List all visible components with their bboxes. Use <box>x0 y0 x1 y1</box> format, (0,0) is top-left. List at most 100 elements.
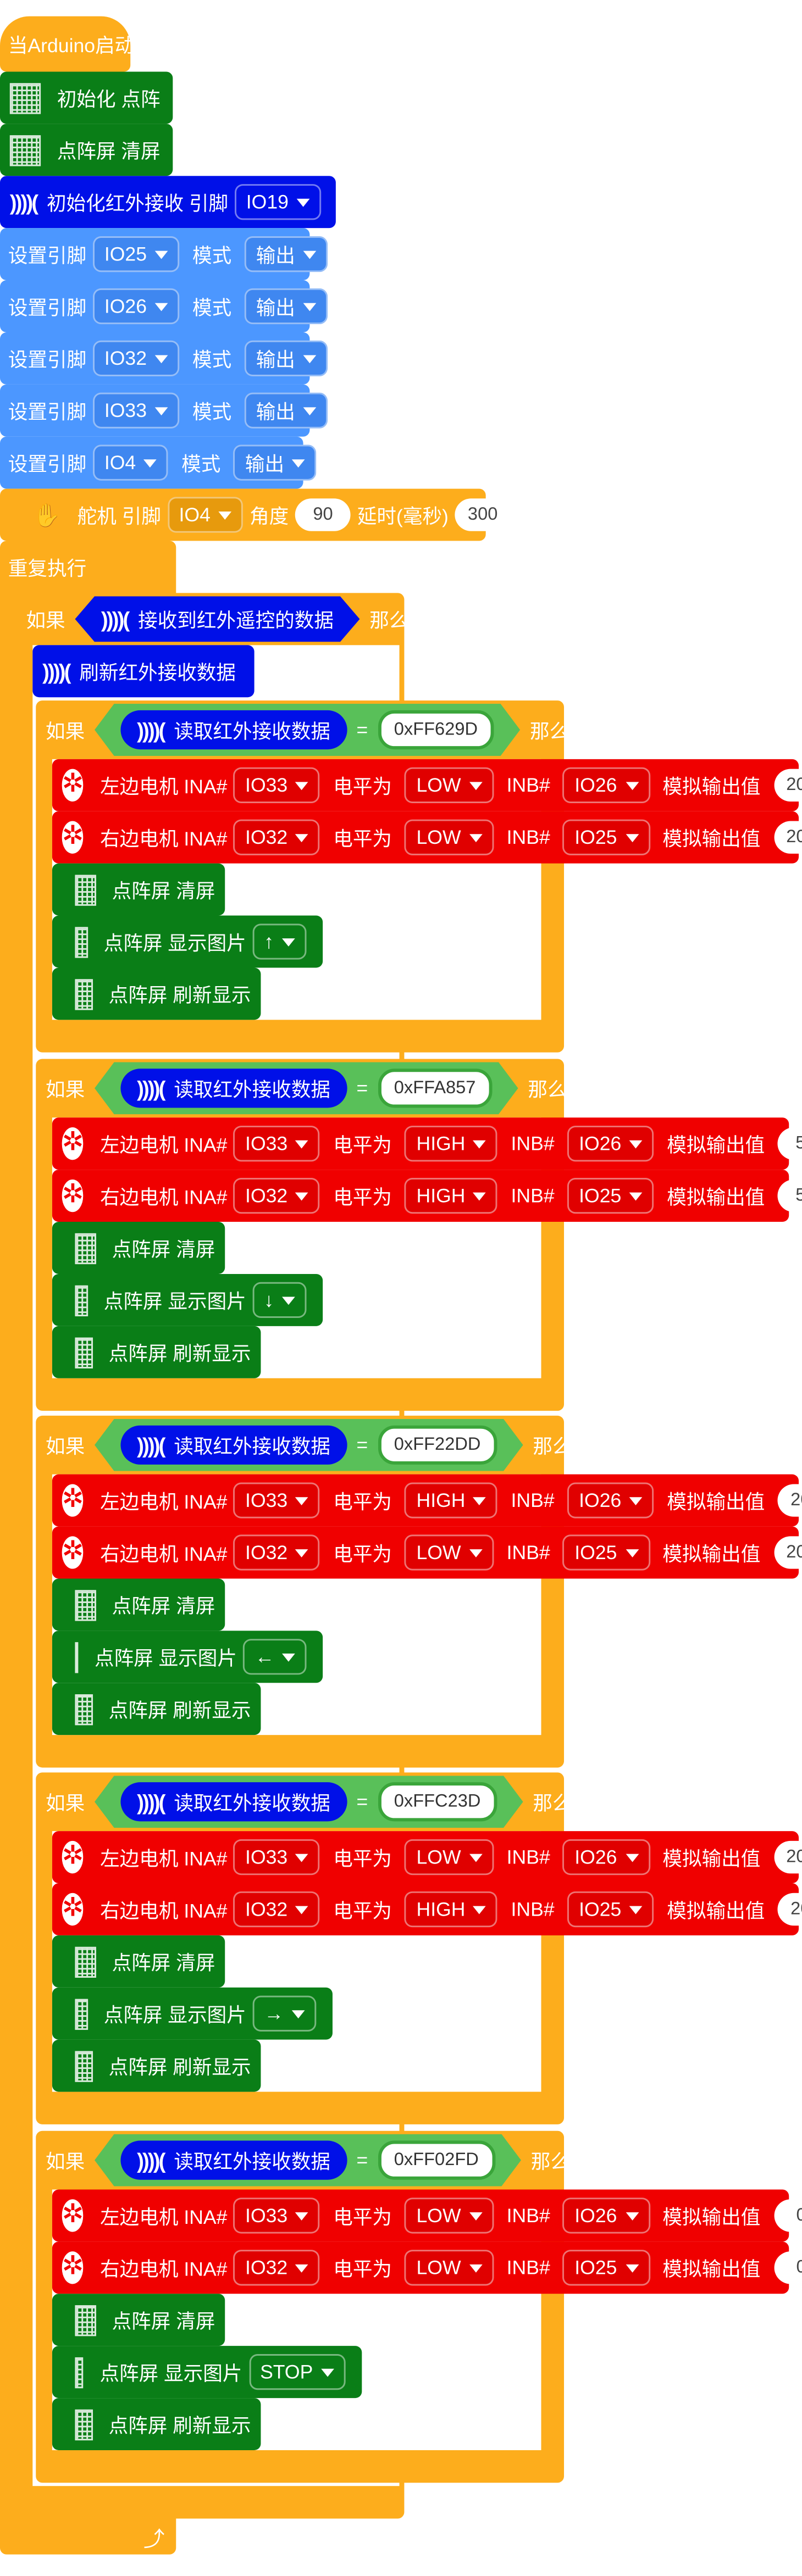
ir-code-input[interactable]: 0xFF629D <box>378 710 494 749</box>
right-motor-block[interactable]: ✲ 右边电机 INA# IO32 电平为 HIGH INB# IO25 模拟输出… <box>52 1170 802 1222</box>
matrix-clear-block[interactable]: 点阵屏 清屏 <box>52 1935 225 1988</box>
inb-pin-dropdown[interactable]: IO26 <box>567 1482 654 1518</box>
mode-dropdown[interactable]: 输出 <box>244 236 328 272</box>
set-pin-mode-block[interactable]: 设置引脚 IO4 模式 输出 <box>0 436 317 489</box>
angle-input[interactable]: 90 <box>295 498 351 531</box>
compare-condition[interactable]: ))))( 读取红外接收数据 = 0xFFA857 <box>95 1062 518 1114</box>
analog-value-input[interactable]: 0 <box>773 2199 802 2232</box>
ir-code-input[interactable]: 0xFF02FD <box>378 2141 495 2180</box>
left-motor-block[interactable]: ✲ 左边电机 INA# IO33 电平为 HIGH INB# IO26 模拟输出… <box>52 1474 802 1527</box>
inb-pin-dropdown[interactable]: IO25 <box>567 1177 654 1214</box>
left-motor-block[interactable]: ✲ 左边电机 INA# IO33 电平为 LOW INB# IO26 模拟输出值… <box>52 759 802 811</box>
level-dropdown[interactable]: HIGH <box>405 1482 498 1518</box>
mode-dropdown[interactable]: 输出 <box>244 392 328 429</box>
matrix-refresh-block[interactable]: 点阵屏 刷新显示 <box>52 1326 261 1378</box>
image-dropdown[interactable]: ↓ <box>252 1282 307 1318</box>
image-dropdown[interactable]: → <box>252 1995 317 2032</box>
delay-input[interactable]: 300 <box>455 498 511 531</box>
pin-dropdown[interactable]: IO25 <box>93 236 180 272</box>
compare-condition[interactable]: ))))( 读取红外接收数据 = 0xFFC23D <box>95 1776 523 1828</box>
analog-value-input[interactable]: 50 <box>778 1179 802 1212</box>
mode-dropdown[interactable]: 输出 <box>244 288 328 325</box>
pin-dropdown[interactable]: IO32 <box>93 340 180 377</box>
compare-condition[interactable]: ))))( 读取红外接收数据 = 0xFF02FD <box>95 2134 521 2186</box>
analog-value-input[interactable]: 0 <box>773 2251 802 2284</box>
ina-pin-dropdown[interactable]: IO33 <box>234 2197 320 2234</box>
pin-dropdown[interactable]: IO4 <box>93 444 169 481</box>
ina-pin-dropdown[interactable]: IO33 <box>234 1126 320 1162</box>
ir-read-reporter[interactable]: ))))( 读取红外接收数据 <box>120 1782 346 1821</box>
matrix-clear-block[interactable]: 点阵屏 清屏 <box>52 863 225 916</box>
ina-pin-dropdown[interactable]: IO33 <box>234 1839 320 1876</box>
matrix-refresh-block[interactable]: 点阵屏 刷新显示 <box>52 967 261 1020</box>
matrix-init-block[interactable]: 初始化 点阵 <box>0 71 173 124</box>
left-motor-block[interactable]: ✲ 左边电机 INA# IO33 电平为 HIGH INB# IO26 模拟输出… <box>52 1117 802 1170</box>
inb-pin-dropdown[interactable]: IO26 <box>567 1126 654 1162</box>
left-motor-block[interactable]: ✲ 左边电机 INA# IO33 电平为 LOW INB# IO26 模拟输出值… <box>52 1831 802 1884</box>
matrix-clear-block[interactable]: 点阵屏 清屏 <box>52 1222 225 1274</box>
ir-read-reporter[interactable]: ))))( 读取红外接收数据 <box>120 710 346 749</box>
matrix-clear-block[interactable]: 点阵屏 清屏 <box>52 2294 225 2346</box>
right-motor-block[interactable]: ✲ 右边电机 INA# IO32 电平为 LOW INB# IO25 模拟输出值… <box>52 2241 802 2294</box>
inb-pin-dropdown[interactable]: IO26 <box>563 2197 650 2234</box>
level-dropdown[interactable]: HIGH <box>405 1177 498 1214</box>
matrix-show-block[interactable]: 点阵屏 显示图片 ↓ <box>52 1273 323 1326</box>
inb-pin-dropdown[interactable]: IO26 <box>563 1839 650 1876</box>
analog-value-input[interactable]: 200 <box>773 1536 802 1569</box>
servo-pin-dropdown[interactable]: IO4 <box>167 497 244 533</box>
right-motor-block[interactable]: ✲ 右边电机 INA# IO32 电平为 LOW INB# IO25 模拟输出值… <box>52 811 802 864</box>
servo-block[interactable]: ✋ 舵机 引脚 IO4 角度 90 延时(毫秒) 300 <box>0 488 511 541</box>
left-motor-block[interactable]: ✲ 左边电机 INA# IO33 电平为 LOW INB# IO26 模拟输出值… <box>52 2189 802 2242</box>
ir-code-input[interactable]: 0xFFA857 <box>378 1069 492 1108</box>
ina-pin-dropdown[interactable]: IO33 <box>234 1482 320 1518</box>
pin-dropdown[interactable]: IO33 <box>93 392 180 429</box>
analog-value-input[interactable]: 200 <box>773 821 802 854</box>
matrix-refresh-block[interactable]: 点阵屏 刷新显示 <box>52 2039 261 2092</box>
ir-read-reporter[interactable]: ))))( 读取红外接收数据 <box>120 1426 346 1465</box>
ir-refresh-block[interactable]: ))))( 刷新红外接收数据 <box>32 645 255 698</box>
analog-value-input[interactable]: 200 <box>773 769 802 802</box>
compare-condition[interactable]: ))))( 读取红外接收数据 = 0xFF629D <box>95 704 520 756</box>
ina-pin-dropdown[interactable]: IO32 <box>234 1891 320 1928</box>
ir-received-condition[interactable]: ))))( 接收到红外遥控的数据 <box>75 596 359 642</box>
ir-read-reporter[interactable]: ))))( 读取红外接收数据 <box>120 2141 346 2180</box>
right-motor-block[interactable]: ✲ 右边电机 INA# IO32 电平为 HIGH INB# IO25 模拟输出… <box>52 1883 802 1935</box>
level-dropdown[interactable]: LOW <box>405 767 494 803</box>
level-dropdown[interactable]: HIGH <box>405 1891 498 1928</box>
inb-pin-dropdown[interactable]: IO25 <box>563 1534 650 1571</box>
ina-pin-dropdown[interactable]: IO33 <box>234 767 320 803</box>
compare-condition[interactable]: ))))( 读取红外接收数据 = 0xFF22DD <box>95 1419 523 1471</box>
set-pin-mode-block[interactable]: 设置引脚 IO25 模式 输出 <box>0 228 328 281</box>
inb-pin-dropdown[interactable]: IO25 <box>563 2250 650 2286</box>
inb-pin-dropdown[interactable]: IO25 <box>563 819 650 855</box>
analog-value-input[interactable]: 200 <box>778 1893 802 1926</box>
level-dropdown[interactable]: LOW <box>405 2250 494 2286</box>
set-pin-mode-block[interactable]: 设置引脚 IO26 模式 输出 <box>0 280 328 332</box>
right-motor-block[interactable]: ✲ 右边电机 INA# IO32 电平为 LOW INB# IO25 模拟输出值… <box>52 1526 802 1579</box>
matrix-clear-block[interactable]: 点阵屏 清屏 <box>52 1578 225 1631</box>
ina-pin-dropdown[interactable]: IO32 <box>234 2250 320 2286</box>
level-dropdown[interactable]: HIGH <box>405 1126 498 1162</box>
analog-value-input[interactable]: 200 <box>778 1484 802 1517</box>
inb-pin-dropdown[interactable]: IO25 <box>567 1891 654 1928</box>
ir-read-reporter[interactable]: ))))( 读取红外接收数据 <box>120 1069 346 1108</box>
ina-pin-dropdown[interactable]: IO32 <box>234 819 320 855</box>
ir-pin-dropdown[interactable]: IO19 <box>235 184 322 220</box>
analog-value-input[interactable]: 50 <box>778 1127 802 1160</box>
set-pin-mode-block[interactable]: 设置引脚 IO32 模式 输出 <box>0 332 328 385</box>
matrix-show-block[interactable]: 点阵屏 显示图片 → <box>52 1987 333 2040</box>
ir-init-block[interactable]: ))))( 初始化红外接收 引脚 IO19 <box>0 176 336 229</box>
inb-pin-dropdown[interactable]: IO26 <box>563 767 650 803</box>
matrix-clear-block[interactable]: 点阵屏 清屏 <box>0 124 173 176</box>
image-dropdown[interactable]: ← <box>243 1639 307 1675</box>
level-dropdown[interactable]: LOW <box>405 2197 494 2234</box>
analog-value-input[interactable]: 200 <box>773 1840 802 1874</box>
ina-pin-dropdown[interactable]: IO32 <box>234 1534 320 1571</box>
matrix-show-block[interactable]: 点阵屏 显示图片 ↑ <box>52 915 323 968</box>
image-dropdown[interactable]: ↑ <box>252 923 307 960</box>
arduino-start-hat[interactable]: 当Arduino启动 <box>0 16 134 72</box>
ir-code-input[interactable]: 0xFFC23D <box>378 1782 497 1821</box>
image-dropdown[interactable]: STOP <box>248 2354 346 2390</box>
level-dropdown[interactable]: LOW <box>405 1534 494 1571</box>
pin-dropdown[interactable]: IO26 <box>93 288 180 325</box>
